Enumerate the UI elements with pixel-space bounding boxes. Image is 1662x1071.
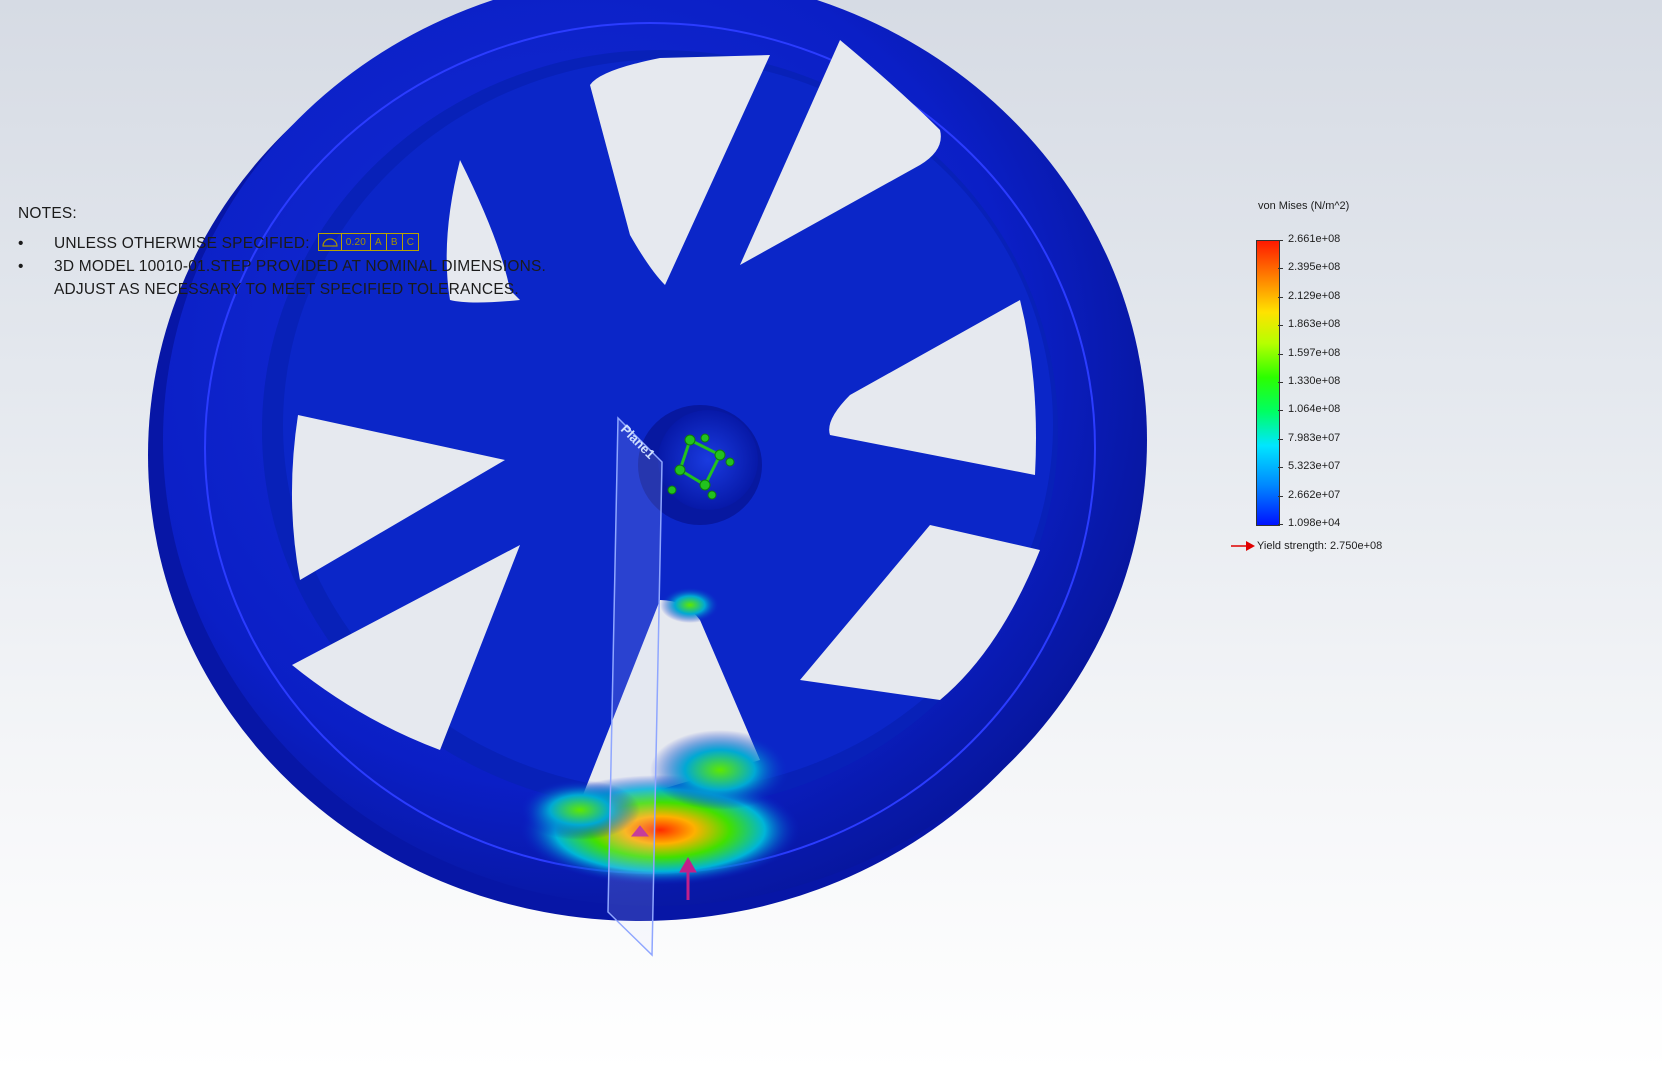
fea-model-view[interactable]: Plane1 <box>0 0 1662 1071</box>
graphics-viewport[interactable]: Plane1 <box>0 0 1662 1071</box>
tolerance-frame[interactable]: 0.20 A B C <box>317 233 420 251</box>
legend-value: 2.129e+08 <box>1288 289 1341 302</box>
legend-value: 1.330e+08 <box>1288 375 1341 387</box>
notes-item-text: UNLESS OTHERWISE SPECIFIED: <box>54 235 310 252</box>
legend-tick <box>1278 524 1283 525</box>
bullet: • <box>18 235 24 252</box>
reference-plane[interactable]: Plane1 <box>607 416 663 957</box>
datum-b: B <box>387 234 403 250</box>
bullet: • <box>18 258 24 275</box>
yield-strength-label: Yield strength: 2.750e+08 <box>1257 540 1383 552</box>
surface-profile-icon <box>319 234 342 250</box>
legend-value: 1.597e+08 <box>1288 346 1341 359</box>
legend-value: 1.098e+04 <box>1288 517 1341 529</box>
legend-value: 1.064e+08 <box>1288 403 1341 416</box>
legend-value: 2.661e+08 <box>1288 233 1341 245</box>
legend-title: von Mises (N/m^2) <box>1258 200 1350 212</box>
legend-tick <box>1278 353 1283 355</box>
legend-value: 7.983e+07 <box>1288 431 1341 444</box>
notes-item-text: 3D MODEL 10010-01.STEP PROVIDED AT NOMIN… <box>54 258 547 275</box>
datum-a: A <box>371 234 387 250</box>
legend-tick <box>1278 467 1283 469</box>
legend-tick <box>1278 268 1283 270</box>
legend-tick <box>1278 410 1283 412</box>
tolerance-value: 0.20 <box>342 234 372 250</box>
legend-tick <box>1278 296 1283 298</box>
legend-tick <box>1278 382 1283 383</box>
notes-annotation[interactable]: NOTES: • UNLESS OTHERWISE SPECIFIED: 0.20… <box>18 205 546 301</box>
legend-value: 2.395e+08 <box>1288 261 1341 274</box>
notes-item: • 3D MODEL 10010-01.STEP PROVIDED AT NOM… <box>18 255 546 301</box>
legend-value: 5.323e+07 <box>1288 460 1341 473</box>
legend-tick <box>1278 325 1283 327</box>
notes-item: • UNLESS OTHERWISE SPECIFIED: 0.20 A B C <box>18 232 546 255</box>
legend-tick <box>1278 495 1283 497</box>
legend-tick <box>1278 438 1283 440</box>
legend-tick <box>1278 240 1283 241</box>
notes-title: NOTES: <box>18 205 77 222</box>
notes-item-text: ADJUST AS NECESSARY TO MEET SPECIFIED TO… <box>54 281 519 298</box>
legend-value: 1.863e+08 <box>1288 318 1341 331</box>
datum-c: C <box>406 236 415 248</box>
legend-color-bar <box>1256 240 1280 526</box>
legend-value: 2.662e+07 <box>1288 488 1341 501</box>
yield-arrow-icon <box>1231 541 1255 551</box>
yield-strength-marker: Yield strength: 2.750e+08 <box>1230 540 1382 552</box>
